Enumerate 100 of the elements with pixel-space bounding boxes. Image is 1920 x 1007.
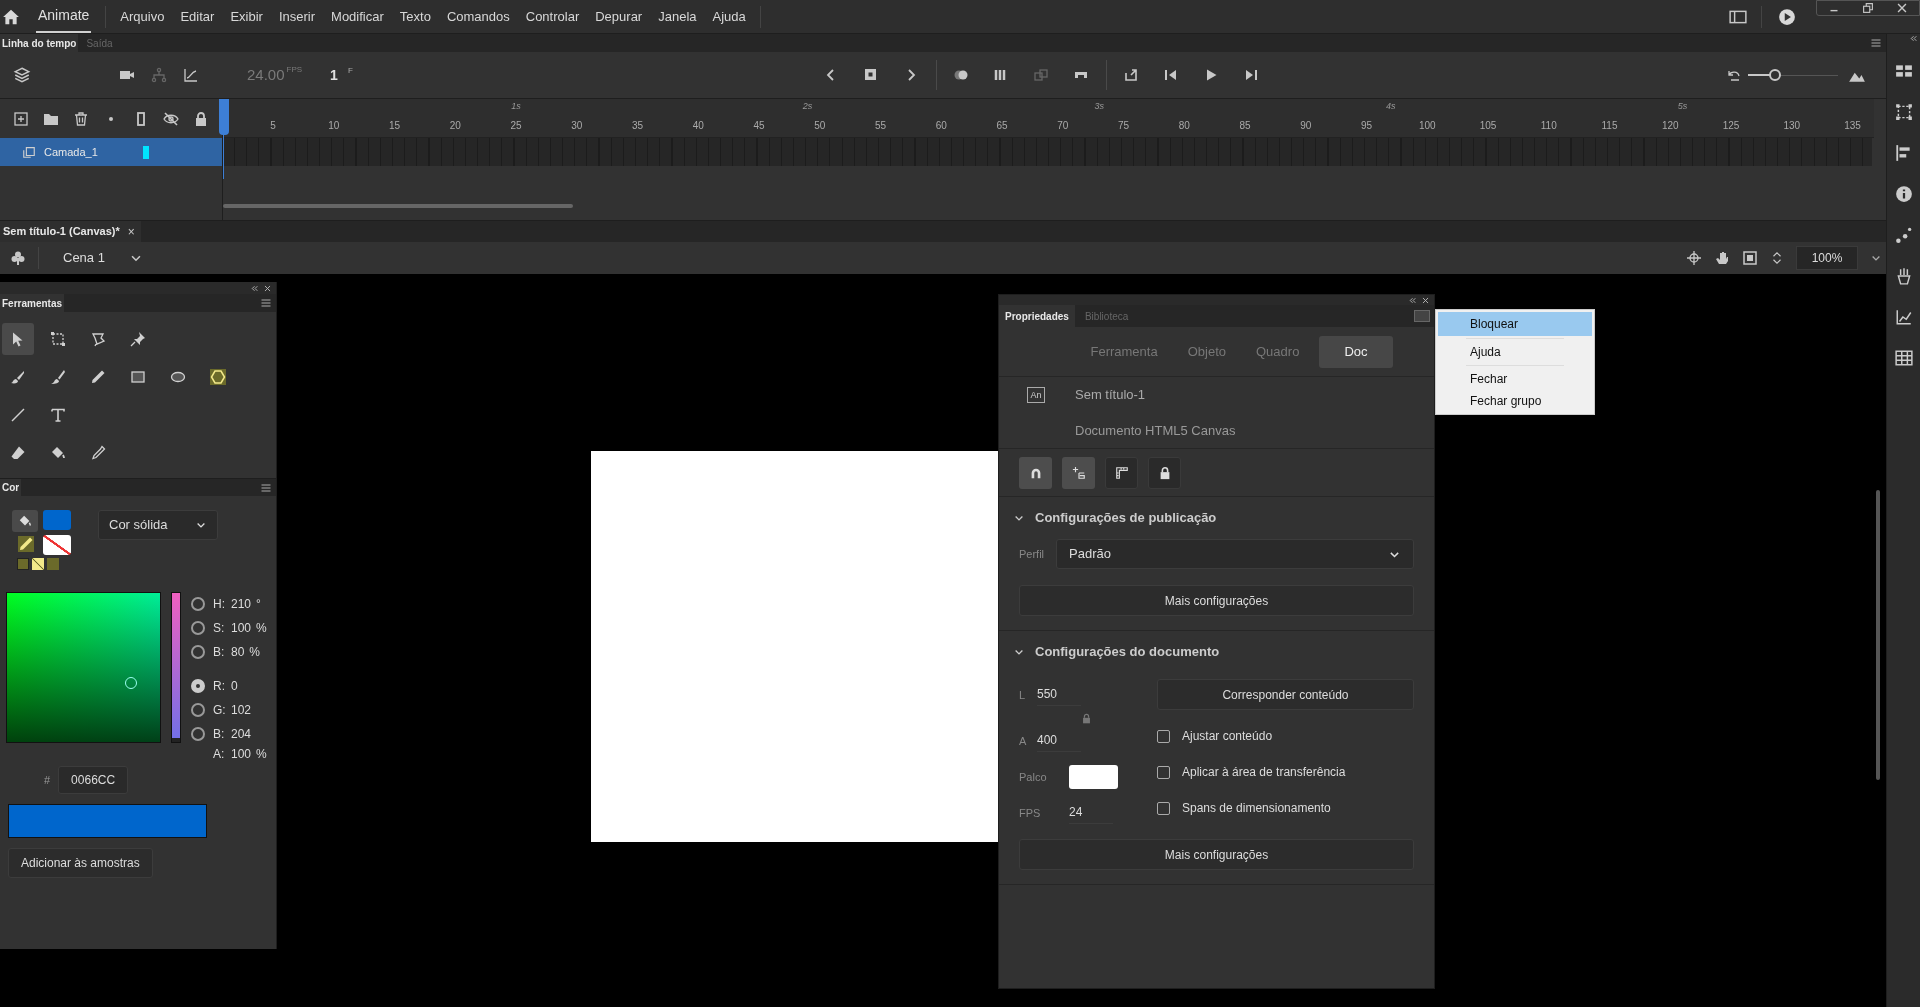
info-icon[interactable] xyxy=(1894,185,1913,203)
hexagon-icon[interactable] xyxy=(210,369,226,385)
eyedropper-icon[interactable] xyxy=(90,445,106,461)
channel-value[interactable]: 0 xyxy=(231,677,238,695)
lasso-icon[interactable] xyxy=(90,331,106,347)
hand-icon[interactable] xyxy=(1714,250,1730,266)
current-frame[interactable]: 1 xyxy=(330,64,338,86)
transform-icon[interactable] xyxy=(1894,103,1913,121)
more-settings-button[interactable]: Mais configurações xyxy=(1019,585,1414,616)
trash-icon[interactable] xyxy=(73,110,89,127)
menu-item[interactable]: Arquivo xyxy=(120,6,165,27)
add-to-swatches-button[interactable]: Adicionar às amostras xyxy=(8,848,153,878)
fill-color-swatch[interactable] xyxy=(43,510,71,530)
channel-value[interactable]: 100 xyxy=(231,745,252,763)
menu-item[interactable]: Ajuda xyxy=(712,6,746,27)
layer-row[interactable]: Camada_1 xyxy=(0,138,222,166)
fill-type-dropdown[interactable]: Cor sólida xyxy=(98,510,218,540)
section-header[interactable]: Configurações de publicação xyxy=(1035,508,1217,528)
slider-thumb[interactable] xyxy=(1769,69,1781,81)
menu-item[interactable]: Exibir xyxy=(230,6,263,27)
menu-item[interactable]: Depurar xyxy=(595,6,643,27)
paint-bucket-icon[interactable] xyxy=(50,445,66,461)
menu-item[interactable]: Fechar xyxy=(1438,368,1592,390)
menu-item[interactable]: Bloquear xyxy=(1438,312,1592,336)
menu-item[interactable]: Controlar xyxy=(525,6,580,27)
text-tool-icon[interactable] xyxy=(50,407,66,423)
snap-toggle-button[interactable] xyxy=(1062,456,1095,489)
panel-tab[interactable]: Propriedades xyxy=(999,305,1075,327)
layers-icon[interactable] xyxy=(13,66,31,84)
double-chevron-icon[interactable] xyxy=(1909,34,1918,43)
lock-icon[interactable] xyxy=(193,110,209,127)
club-icon[interactable] xyxy=(10,250,26,266)
close-tab-button[interactable]: × xyxy=(127,222,135,241)
radio-button[interactable] xyxy=(191,703,205,717)
menu-item[interactable]: Inserir xyxy=(278,6,316,27)
playhead[interactable] xyxy=(219,99,229,179)
no-color-icon[interactable] xyxy=(32,558,44,570)
fps-field[interactable]: 24 xyxy=(1069,802,1113,824)
radio-button[interactable] xyxy=(191,645,205,659)
oval-icon[interactable] xyxy=(170,369,186,385)
checkbox[interactable] xyxy=(1157,801,1170,815)
brush-icon[interactable] xyxy=(50,369,66,385)
play-circle-icon[interactable] xyxy=(1778,7,1796,26)
channel-value[interactable]: 102 xyxy=(231,701,252,719)
dimension-field[interactable]: 550 xyxy=(1037,684,1081,706)
double-chevron-icon[interactable] xyxy=(250,283,259,293)
channel-value[interactable]: 204 xyxy=(231,725,252,743)
paint-brush-icon[interactable] xyxy=(10,369,26,385)
menu-item[interactable]: Modificar xyxy=(331,6,384,27)
magnet-toggle-button[interactable] xyxy=(1019,456,1052,489)
rectangle-icon[interactable] xyxy=(130,369,146,385)
layer-outline-color[interactable] xyxy=(143,145,149,159)
node-tree-icon[interactable] xyxy=(151,67,167,83)
more-settings-button[interactable]: Mais configurações xyxy=(1019,839,1414,870)
match-contents-button[interactable]: Corresponder conteúdo xyxy=(1157,679,1414,710)
channel-value[interactable]: 100 xyxy=(231,619,252,637)
menu-icon[interactable] xyxy=(260,481,272,494)
line-icon[interactable] xyxy=(10,407,26,423)
panel-tab[interactable]: Linha do tempo xyxy=(0,34,79,52)
home-icon[interactable] xyxy=(2,7,20,26)
scrollbar-thumb[interactable] xyxy=(1876,490,1880,780)
restore-icon[interactable] xyxy=(1861,1,1875,15)
dots-icon[interactable] xyxy=(1894,226,1913,244)
chart-icon[interactable] xyxy=(1894,308,1913,326)
double-chevron-icon[interactable] xyxy=(1408,295,1417,305)
channel-slider[interactable] xyxy=(171,592,181,743)
channel-value[interactable]: 80 xyxy=(231,643,245,661)
eye-slash-icon[interactable] xyxy=(163,110,179,127)
add-layer-icon[interactable] xyxy=(13,110,29,127)
pencil-icon[interactable] xyxy=(18,536,34,552)
close-icon[interactable] xyxy=(1895,1,1909,15)
table-icon[interactable] xyxy=(1894,349,1913,367)
frame-square-icon[interactable] xyxy=(1742,250,1758,266)
radio-button[interactable] xyxy=(191,597,205,611)
keyframe-square-icon[interactable] xyxy=(862,67,879,83)
lock-toggle-button[interactable] xyxy=(1148,456,1181,489)
graph-curve-icon[interactable] xyxy=(183,67,199,83)
checkbox[interactable] xyxy=(1157,765,1170,779)
menu-item[interactable]: Comandos xyxy=(446,6,510,27)
default-colors-icon[interactable] xyxy=(17,558,29,570)
menu-item[interactable]: Editar xyxy=(180,6,215,27)
properties-tab[interactable]: Doc xyxy=(1319,335,1393,368)
radio-button[interactable] xyxy=(191,679,205,693)
ruler-toggle-button[interactable] xyxy=(1105,456,1138,489)
paint-bucket-icon[interactable] xyxy=(18,514,32,528)
align-icon[interactable] xyxy=(1894,144,1913,162)
close-icon[interactable] xyxy=(1421,295,1430,305)
radio-button[interactable] xyxy=(191,727,205,741)
step-back-icon[interactable] xyxy=(1162,67,1179,83)
section-header[interactable]: Configurações do documento xyxy=(1035,642,1220,662)
menu-item[interactable]: Janela xyxy=(658,6,697,27)
loop-arrow-icon[interactable] xyxy=(1122,67,1139,83)
arrow-pointer-icon[interactable] xyxy=(10,331,26,347)
close-icon[interactable] xyxy=(263,283,272,293)
up-down-arrows-icon[interactable] xyxy=(1770,251,1784,265)
dimension-field[interactable]: 400 xyxy=(1037,730,1081,752)
document-tab[interactable]: Sem título-1 (Canvas)* xyxy=(3,223,120,240)
zoom-slider[interactable] xyxy=(1748,69,1838,81)
eraser-icon[interactable] xyxy=(10,445,26,461)
stage-color-swatch[interactable] xyxy=(1069,765,1118,789)
